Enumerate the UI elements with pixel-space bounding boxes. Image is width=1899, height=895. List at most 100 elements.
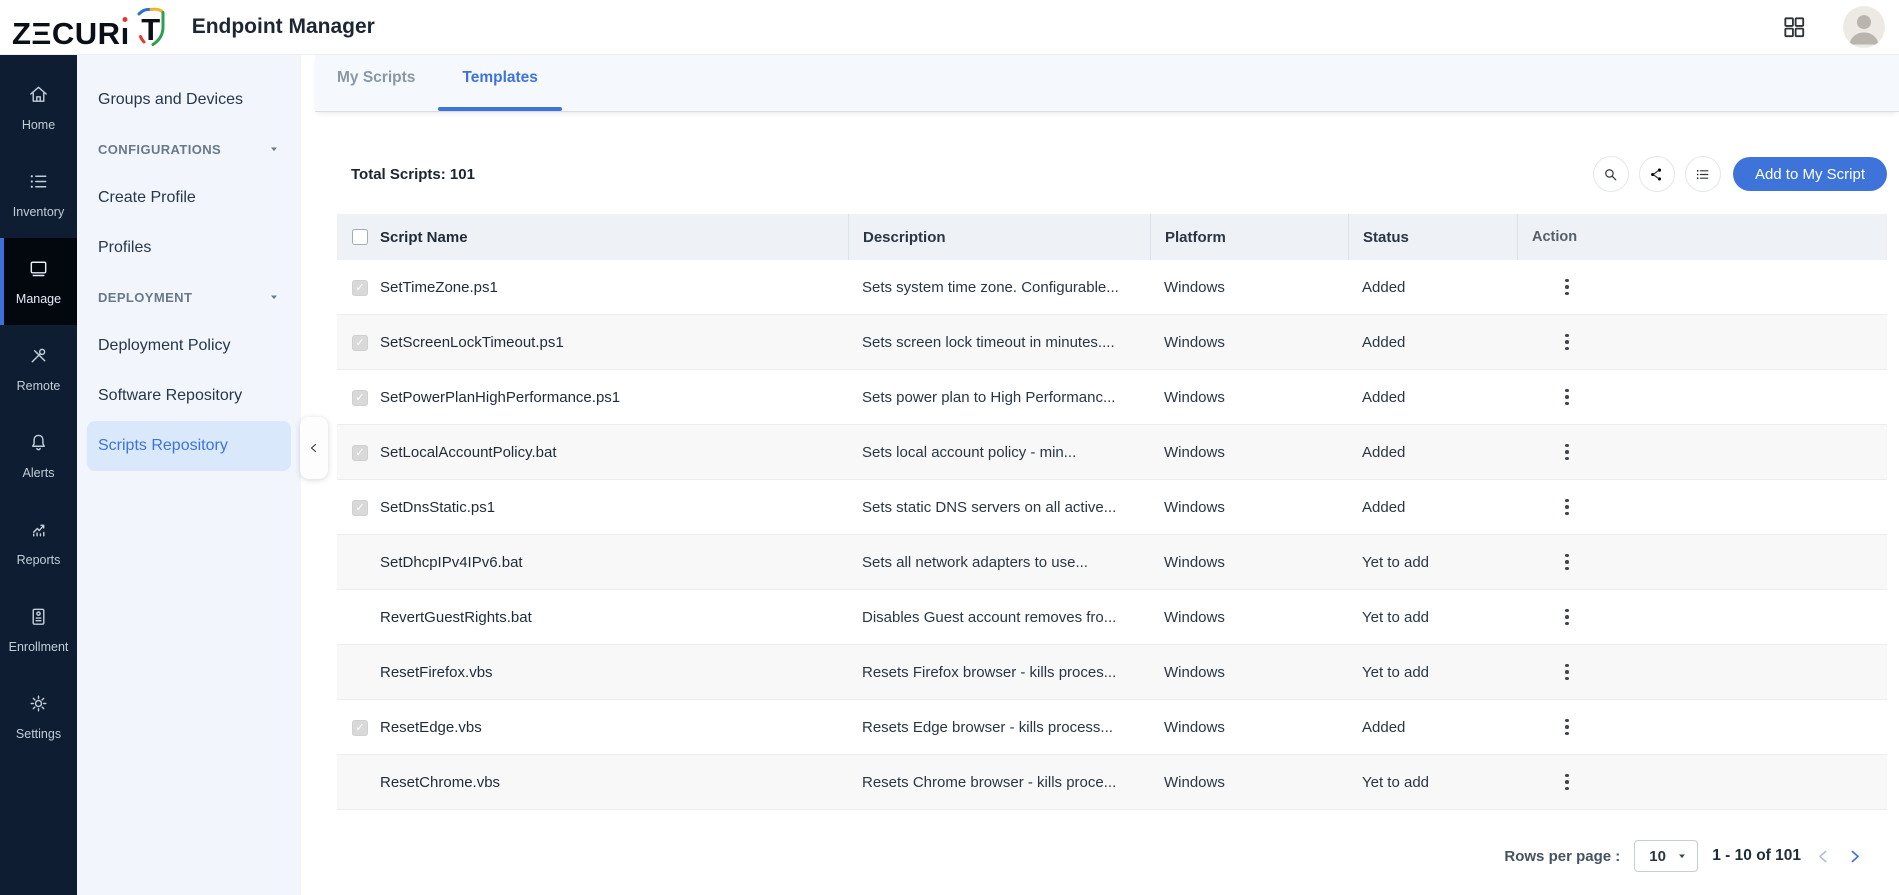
description-cell: Sets screen lock timeout in minutes....: [862, 333, 1115, 351]
platform-cell: Windows: [1164, 718, 1225, 736]
sidebar-section-label: CONFIGURATIONS: [98, 141, 222, 157]
logo-shield-icon: T: [132, 5, 170, 49]
description-cell: Sets system time zone. Configurable...: [862, 278, 1119, 296]
nav-item-enrollment[interactable]: Enrollment: [0, 586, 77, 673]
platform-cell: Windows: [1164, 608, 1225, 626]
status-cell: Yet to add: [1362, 608, 1430, 626]
nav-item-label: Enrollment: [8, 640, 69, 654]
list-view-button[interactable]: [1684, 156, 1721, 192]
description-cell: Sets all network adapters to use...: [862, 553, 1088, 571]
nav-item-settings[interactable]: Settings: [0, 673, 77, 760]
sidebar-item-create-profile[interactable]: Create Profile: [77, 173, 301, 223]
zecurit-logo: ZΞCURı T: [12, 5, 170, 49]
home-icon: [27, 83, 50, 111]
table-row: SetDhcpIPv4IPv6.bat Sets all network adap…: [337, 535, 1887, 590]
row-checkbox-cell: ✓: [337, 278, 370, 297]
rows-per-page-value: 10: [1649, 847, 1666, 865]
row-checkbox-cell: ✓: [337, 498, 370, 517]
rows-per-page-label: Rows per page :: [1504, 847, 1621, 865]
row-actions-menu-button[interactable]: [1557, 661, 1577, 683]
platform-cell: Windows: [1164, 773, 1225, 791]
add-to-my-script-button[interactable]: Add to My Script: [1732, 157, 1887, 191]
script-name-cell: SetLocalAccountPolicy.bat: [380, 443, 557, 461]
status-cell: Added: [1362, 278, 1406, 296]
platform-cell: Windows: [1164, 333, 1225, 351]
page-title: Endpoint Manager: [191, 15, 375, 38]
action-cell: [1517, 716, 1887, 738]
sidebar-item-label: Profiles: [98, 239, 152, 256]
table-row: ResetChrome.vbs Resets Chrome browser - k…: [337, 755, 1887, 810]
nav-item-alerts[interactable]: Alerts: [0, 412, 77, 499]
inventory-icon: [27, 170, 50, 198]
sidebar-item-label: Create Profile: [98, 189, 196, 206]
alerts-icon: [27, 431, 50, 459]
rows-per-page-select[interactable]: 10: [1634, 840, 1699, 872]
sidebar-section-configurations[interactable]: CONFIGURATIONS: [77, 125, 301, 173]
row-actions-menu-button[interactable]: [1557, 386, 1577, 408]
pagination-bar: Rows per page : 10 1 - 10 of 101: [337, 840, 1887, 872]
nav-item-label: Inventory: [12, 205, 65, 219]
previous-page-button[interactable]: [1815, 848, 1832, 865]
sidebar-item-profiles[interactable]: Profiles: [77, 223, 301, 273]
description-cell: Sets static DNS servers on all active...: [862, 498, 1117, 516]
table-row: ✓ ResetEdge.vbs Resets Edge browser - kill…: [337, 700, 1887, 755]
list-view-icon: [1694, 166, 1711, 183]
platform-cell: Windows: [1164, 388, 1225, 406]
table-row: ✓ SetTimeZone.ps1 Sets system time zone. C…: [337, 260, 1887, 315]
select-all-checkbox[interactable]: [352, 229, 368, 245]
share-button[interactable]: [1638, 156, 1675, 192]
table-row: RevertGuestRights.bat Disables Guest acco…: [337, 590, 1887, 645]
sidebar-item-deployment-policy[interactable]: Deployment Policy: [77, 321, 301, 371]
settings-icon: [27, 692, 50, 720]
row-actions-menu-button[interactable]: [1557, 331, 1577, 353]
tab-templates[interactable]: Templates: [438, 55, 562, 111]
row-checkbox-checked: ✓: [352, 720, 368, 737]
nav-item-manage[interactable]: Manage: [0, 238, 77, 325]
row-actions-menu-button[interactable]: [1557, 496, 1577, 518]
logo-letter-i: ı: [120, 16, 130, 51]
next-page-button[interactable]: [1846, 848, 1863, 865]
sidebar-item-groups-and-devices[interactable]: Groups and Devices: [77, 75, 301, 125]
row-actions-menu-button[interactable]: [1557, 276, 1577, 298]
nav-item-home[interactable]: Home: [0, 64, 77, 151]
table-row: ✓ SetScreenLockTimeout.ps1 Sets screen loc…: [337, 315, 1887, 370]
apps-grid-icon[interactable]: [1779, 12, 1809, 42]
status-cell: Added: [1362, 443, 1406, 461]
user-avatar[interactable]: [1843, 6, 1885, 48]
sidebar-item-label: Scripts Repository: [98, 437, 228, 454]
row-actions-menu-button[interactable]: [1557, 606, 1577, 628]
nav-item-label: Reports: [16, 553, 61, 567]
search-button[interactable]: [1592, 156, 1629, 192]
table-row: ✓ SetDnsStatic.ps1 Sets static DNS servers…: [337, 480, 1887, 535]
sidebar-collapse-handle[interactable]: [300, 417, 328, 479]
manage-sidebar: Groups and Devices CONFIGURATIONS Create P…: [77, 55, 301, 895]
description-cell: Disables Guest account removes fro...: [862, 608, 1117, 626]
nav-item-label: Alerts: [22, 466, 55, 480]
nav-item-inventory[interactable]: Inventory: [0, 151, 77, 238]
nav-item-reports[interactable]: Reports: [0, 499, 77, 586]
table-toolbar: Total Scripts: 101 Add to My Script: [337, 156, 1887, 192]
row-checkbox-cell: ✓: [337, 718, 370, 737]
sidebar-item-software-repository[interactable]: Software Repository: [77, 371, 301, 421]
tab-my-scripts[interactable]: My Scripts: [337, 55, 415, 101]
sidebar-section-label: DEPLOYMENT: [98, 289, 193, 305]
row-checkbox-checked: ✓: [352, 445, 368, 462]
scripts-tabbar: My Scripts Templates: [315, 55, 1899, 112]
nav-item-label: Home: [21, 118, 56, 132]
platform-cell: Windows: [1164, 278, 1225, 296]
nav-item-remote[interactable]: Remote: [0, 325, 77, 412]
chevron-down-icon: [269, 142, 279, 157]
sidebar-item-scripts-repository[interactable]: Scripts Repository: [87, 421, 291, 471]
row-actions-menu-button[interactable]: [1557, 716, 1577, 738]
sidebar-section-deployment[interactable]: DEPLOYMENT: [77, 273, 301, 321]
row-actions-menu-button[interactable]: [1557, 441, 1577, 463]
remote-icon: [27, 344, 50, 372]
row-checkbox-checked: ✓: [352, 500, 368, 517]
row-actions-menu-button[interactable]: [1557, 771, 1577, 793]
search-icon: [1602, 166, 1619, 183]
caret-down-icon: [1679, 854, 1686, 859]
action-cell: [1517, 276, 1887, 298]
manage-icon: [27, 257, 50, 285]
row-actions-menu-button[interactable]: [1557, 551, 1577, 573]
script-name-cell: SetTimeZone.ps1: [380, 278, 498, 296]
